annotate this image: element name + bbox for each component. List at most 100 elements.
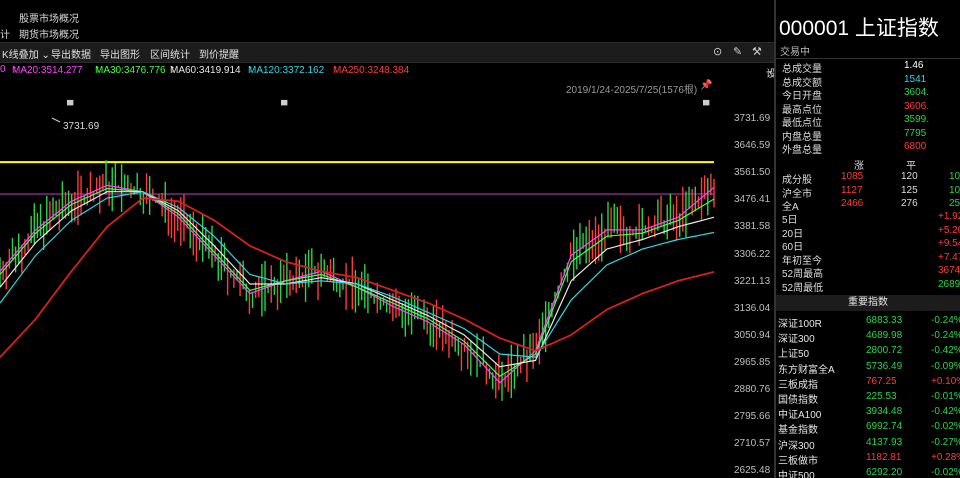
index-name: 国债指数 bbox=[778, 395, 818, 406]
period-value: +7.47 bbox=[938, 251, 960, 263]
y-tick-label: 2625.48 bbox=[734, 465, 771, 477]
y-tick-label: 3050.94 bbox=[734, 329, 771, 341]
important-indices-header: 重要指数 bbox=[776, 295, 960, 311]
stat-value: 3606. bbox=[904, 100, 930, 112]
stat-row: 内盘总量 7795 bbox=[782, 127, 960, 143]
y-tick-label: 3476.41 bbox=[734, 194, 771, 206]
index-name: 基金指数 bbox=[778, 425, 818, 437]
y-tick-label: 2710.57 bbox=[734, 438, 771, 450]
index-row[interactable]: 基金指数 6992.74 -0.02% bbox=[776, 421, 960, 436]
y-tick-label: 2795.66 bbox=[734, 411, 771, 423]
index-change: -0.27% bbox=[931, 436, 960, 448]
period-value: +1.92 bbox=[938, 211, 960, 222]
index-change: -0.09% bbox=[931, 360, 960, 372]
ma60-label: MA60:3419.914 ↑ bbox=[170, 64, 241, 76]
y-tick-label: 3731.69 bbox=[734, 113, 771, 124]
index-row[interactable]: 上证50 2800.72 -0.42% bbox=[776, 345, 960, 360]
period-row: 60日+9.54 bbox=[782, 238, 960, 253]
stat-row: 总成交量 1.46 bbox=[782, 60, 960, 75]
ma20-value: MA20:3514.277 bbox=[12, 65, 83, 76]
index-row[interactable]: 深证300 4689.98 -0.24% bbox=[776, 330, 960, 345]
index-price: 6883.33 bbox=[866, 315, 903, 326]
stat-row: 最高点位 3606. bbox=[782, 100, 960, 116]
y-tick-label: 3381.58 bbox=[734, 221, 771, 233]
index-change: -0.01% bbox=[931, 391, 960, 402]
nav-futures-market-overview[interactable]: 期货市场概况 bbox=[19, 26, 79, 41]
chart-toolbar: K线叠加 ⌄ 导出数据 导出图形 区间统计 到价提醒 ⊙ ✎ ⚒ bbox=[0, 42, 774, 63]
index-change: -0.42% bbox=[931, 345, 960, 357]
ma30-value: MA30:3476.776 bbox=[95, 65, 166, 76]
period-value: +9.54 bbox=[938, 238, 960, 249]
ma120-label: MA120:3372.162 ↑ bbox=[248, 64, 325, 76]
stat-value: 6800 bbox=[904, 141, 927, 152]
period-value: +5.20 bbox=[938, 224, 960, 236]
stat-row: 今日开盘 3604. bbox=[782, 87, 960, 102]
chevron-down-icon: ⌄ bbox=[41, 50, 50, 61]
stat-row: 总成交额 1541 bbox=[782, 73, 960, 89]
export-chart-button[interactable]: 导出图形 bbox=[100, 46, 140, 61]
stat-value: 1541 bbox=[904, 73, 927, 85]
peak-marker bbox=[51, 117, 61, 123]
quote-panel: 000001 上证指数 交易中 总成交量 1.46 总成交额 1541 今日开盘 3604… bbox=[776, 0, 960, 478]
index-change: -0.02% bbox=[931, 467, 960, 478]
nav-stock-market-overview[interactable]: 股票市场概况 bbox=[19, 10, 79, 25]
event-marker-icon[interactable]: ▀ bbox=[67, 99, 74, 110]
index-price: 225.53 bbox=[866, 391, 897, 402]
index-name: 深证300 bbox=[778, 334, 815, 346]
stat-row: 外盘总量 6800 bbox=[782, 141, 960, 156]
y-tick-label: 3561.50 bbox=[734, 167, 771, 179]
index-price: 1182.81 bbox=[866, 451, 902, 463]
collapse-icon[interactable]: ⊙ bbox=[713, 45, 722, 58]
y-tick-label: 3136.04 bbox=[734, 302, 771, 314]
period-row: 20日+5.20 bbox=[782, 224, 960, 240]
ma30-label: MA30:3476.776 ↑ bbox=[95, 64, 166, 76]
ma30-line bbox=[0, 187, 715, 378]
price-alert-button[interactable]: 到价提醒 bbox=[199, 46, 239, 61]
peak-label: 3731.69 bbox=[63, 121, 100, 132]
stat-value: 7795 bbox=[904, 127, 927, 139]
index-row[interactable]: 中证500 6292.20 -0.02% bbox=[776, 467, 960, 478]
trading-status: 交易中 bbox=[780, 47, 810, 58]
ma120-line bbox=[0, 191, 715, 358]
index-row[interactable]: 东方财富全A 5736.49 -0.09% bbox=[776, 361, 960, 376]
period-value: 2689. bbox=[938, 278, 960, 290]
period-row: 52周最高3674. bbox=[782, 265, 960, 280]
index-row[interactable]: 国债指数 225.53 -0.01% bbox=[776, 391, 960, 406]
y-tick-label: 3221.13 bbox=[734, 275, 771, 287]
price-chart[interactable]: ▀ ▀ ▀ bbox=[0, 92, 774, 478]
nav-prefix[interactable]: 计 bbox=[0, 26, 10, 41]
kline-overlay-button[interactable]: K线叠加 ⌄ bbox=[2, 46, 50, 61]
stat-value: 1.46 bbox=[904, 60, 924, 71]
index-row[interactable]: 深证100R 6883.33 -0.24% bbox=[776, 315, 960, 330]
index-change: -0.42% bbox=[931, 406, 960, 418]
event-marker-icon[interactable]: ▀ bbox=[281, 99, 288, 110]
breadth-up: 2466 bbox=[841, 198, 864, 209]
export-data-button[interactable]: 导出数据 bbox=[51, 46, 91, 61]
brush-icon[interactable]: ✎ bbox=[733, 45, 742, 58]
index-title: 000001 上证指数 bbox=[779, 17, 939, 40]
wrench-icon[interactable]: ⚒ bbox=[752, 45, 762, 58]
index-row[interactable]: 三板做市 1182.81 +0.28% bbox=[776, 452, 960, 467]
index-name: 上证50 bbox=[778, 349, 810, 361]
y-tick-label: 2965.85 bbox=[734, 356, 771, 368]
price-bars bbox=[0, 160, 715, 401]
index-row[interactable]: 三板成指 767.25 +0.10% bbox=[776, 376, 960, 391]
ma60-value: MA60:3419.914 bbox=[170, 65, 241, 76]
event-marker-icon[interactable]: ▀ bbox=[703, 99, 710, 110]
breadth-down: 10 bbox=[949, 184, 960, 196]
index-row[interactable]: 沪深300 4137.93 -0.27% bbox=[776, 437, 960, 452]
ma250-label: MA250:3248.384 ↑ bbox=[333, 64, 410, 76]
breadth-flat: 276 bbox=[901, 198, 918, 209]
ma-tail: 0 bbox=[0, 64, 6, 75]
pin-icon[interactable]: 📌 bbox=[700, 80, 712, 91]
breadth-up: 1127 bbox=[841, 184, 863, 196]
ma120-value: MA120:3372.162 bbox=[248, 65, 325, 76]
stat-row: 最低点位 3599. bbox=[782, 114, 960, 129]
y-tick-label: 2880.76 bbox=[734, 384, 771, 395]
period-value: 3674. bbox=[938, 265, 960, 276]
index-row[interactable]: 中证A100 3934.48 -0.42% bbox=[776, 406, 960, 421]
ma-legend: 0 MA20:3514.277 ↑ MA30:3476.776 ↑ MA60:3… bbox=[0, 63, 806, 80]
range-stats-button[interactable]: 区间统计 bbox=[150, 46, 190, 61]
breadth-flat: 120 bbox=[901, 171, 918, 182]
breadth-up-header: 涨 bbox=[854, 161, 864, 172]
